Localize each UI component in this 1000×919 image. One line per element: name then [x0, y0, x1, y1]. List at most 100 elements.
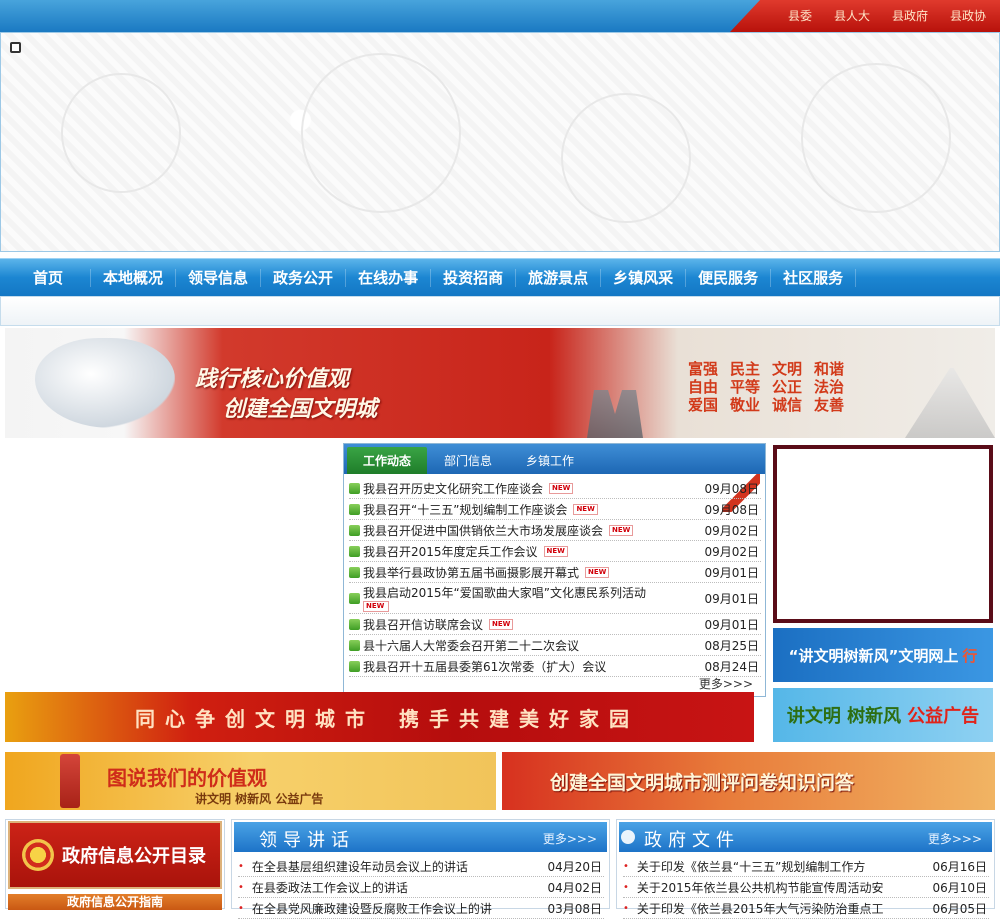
gov-info-directory: 政府信息公开目录 政府信息公开指南 [5, 819, 225, 910]
civilization-online-banner[interactable]: “讲文明树新风”文明网上 行 [773, 628, 993, 682]
nav-government-affairs[interactable]: 政务公开 [261, 269, 347, 287]
news-title[interactable]: 我县召开2015年度定兵工作会议 [363, 543, 538, 560]
list-item[interactable]: • 关于2015年依兰县公共机构节能宣传周活动安 06月10日 [623, 878, 989, 898]
tab-town-work[interactable]: 乡镇工作 [514, 447, 586, 474]
flower-pattern [301, 53, 461, 213]
promo2-text: 讲文明 树新风 [786, 706, 902, 727]
nav-leaders[interactable]: 领导信息 [176, 269, 262, 287]
gov-documents-panel: 政府文件 更多>>> • 关于印发《依兰县“十三五”规划编制工作方 06月16日… [616, 819, 995, 919]
list-item[interactable]: • 在县委政法工作会议上的讲话 04月02日 [238, 878, 604, 898]
window-icon[interactable] [10, 42, 21, 53]
list-item[interactable]: 我县召开促进中国供销依兰大市场发展座谈会 NEW 09月02日 [349, 520, 761, 541]
nav-community-services[interactable]: 社区服务 [771, 269, 857, 287]
leader-speeches-panel: 领导讲话 更多>>> • 在全县基层组织建设年动员会议上的讲话 04月20日 •… [231, 819, 610, 919]
news-date: 09月01日 [704, 617, 759, 632]
news-date: 08月24日 [704, 659, 759, 674]
values-illustrated-banner[interactable]: 图说我们的价值观 讲文明 树新风 公益广告 [5, 752, 496, 810]
directory-guide-link[interactable]: 政府信息公开指南 [8, 894, 222, 910]
news-title[interactable]: 我县举行县政协第五届书画摄影展开幕式 [363, 564, 579, 581]
list-item[interactable]: 我县启动2015年“爱国歌曲大家唱”文化惠民系列活动 NEW 09月01日 [349, 583, 761, 614]
top-link-county-committee[interactable]: 县委 [788, 7, 812, 24]
list-item-date: 04月02日 [547, 881, 602, 895]
bullet-icon [349, 566, 360, 578]
public-service-ad-banner[interactable]: 讲文明 树新风 公益广告 [773, 688, 993, 742]
core-value: 自由 [688, 378, 719, 396]
list-item[interactable]: 县十六届人大常委会召开第二十二次会议 08月25日 [349, 635, 761, 656]
cable-bridge-image [905, 368, 995, 438]
news-date: 08月25日 [704, 638, 759, 653]
news-tabs: 工作动态 部门信息 乡镇工作 [344, 444, 765, 474]
slogan-strip-banner[interactable]: 同心争创文明城市 携手共建美好家园 [5, 692, 754, 742]
nav-local-overview[interactable]: 本地概况 [91, 269, 177, 287]
list-item[interactable]: 我县召开“十三五”规划编制工作座谈会 NEW 09月08日 [349, 499, 761, 520]
video-box[interactable] [773, 445, 993, 623]
list-item-title[interactable]: 关于印发《依兰县“十三五”规划编制工作方 [637, 858, 927, 875]
top-link-county-congress[interactable]: 县人大 [834, 7, 870, 24]
news-title[interactable]: 我县召开“十三五”规划编制工作座谈会 [363, 501, 567, 518]
civilization-banner[interactable]: 践行核心价值观 创建全国文明城 富强 民主 文明 和谐 自由 平等 公正 法治 … [5, 328, 995, 438]
bullet-icon [349, 639, 360, 651]
panel-more-link[interactable]: 更多>>> [928, 830, 982, 847]
nav-public-services[interactable]: 便民服务 [686, 269, 772, 287]
list-item[interactable]: • 关于印发《依兰县“十三五”规划编制工作方 06月16日 [623, 857, 989, 877]
list-item-title[interactable]: 在全县基层组织建设年动员会议上的讲话 [252, 858, 542, 875]
bullet-icon: • [238, 861, 244, 872]
bullet-icon [349, 660, 360, 672]
tab-work-news[interactable]: 工作动态 [347, 447, 427, 474]
list-item-date: 06月16日 [932, 860, 987, 874]
promo2-accent: 公益广告 [907, 706, 980, 727]
news-title[interactable]: 我县召开十五届县委第61次常委（扩大）会议 [363, 658, 606, 675]
list-item-date: 04月20日 [547, 860, 602, 874]
list-item[interactable]: • 关于印发《依兰县2015年大气污染防治重点工 06月05日 [623, 899, 989, 919]
top-link-county-government[interactable]: 县政府 [892, 7, 928, 24]
list-item[interactable]: 我县召开十五届县委第61次常委（扩大）会议 08月24日 [349, 656, 761, 677]
list-item[interactable]: 我县召开2015年度定兵工作会议 NEW 09月02日 [349, 541, 761, 562]
list-item[interactable]: • 在全县基层组织建设年动员会议上的讲话 04月20日 [238, 857, 604, 877]
ob1-subtitle: 讲文明 树新风 公益广告 [195, 792, 324, 806]
list-item-title[interactable]: 关于2015年依兰县公共机构节能宣传周活动安 [637, 879, 927, 896]
nav-towns[interactable]: 乡镇风采 [601, 269, 687, 287]
directory-title: 政府信息公开目录 [62, 846, 206, 867]
list-item-date: 06月10日 [932, 881, 987, 895]
nav-tourism[interactable]: 旅游景点 [516, 269, 602, 287]
bullet-icon [349, 618, 360, 630]
header-banner [0, 32, 1000, 252]
news-title[interactable]: 我县召开促进中国供销依兰大市场发展座谈会 [363, 522, 603, 539]
news-date: 09月01日 [704, 565, 759, 580]
main-nav: 首页 本地概况 领导信息 政务公开 在线办事 投资招商 旅游景点 乡镇风采 便民… [0, 258, 1000, 296]
bullet-icon [349, 503, 360, 515]
bullet-icon: • [238, 882, 244, 893]
news-title[interactable]: 我县召开历史文化研究工作座谈会 [363, 480, 543, 497]
news-more-link[interactable]: 更多>>> [699, 675, 753, 692]
top-link-county-cppcc[interactable]: 县政协 [950, 7, 986, 24]
core-value: 平等 [730, 378, 761, 396]
banner-slogan: 践行核心价值观 创建全国文明城 [195, 364, 377, 424]
tab-department-info[interactable]: 部门信息 [432, 447, 504, 474]
core-value: 公正 [772, 378, 803, 396]
slogan-line-1: 践行核心价值观 [195, 366, 350, 392]
promo1-text: “讲文明树新风”文明网上 [788, 646, 959, 665]
nav-online-services[interactable]: 在线办事 [346, 269, 432, 287]
nav-home[interactable]: 首页 [6, 269, 92, 287]
bullet-icon [349, 482, 360, 494]
strip-text-2: 携手共建美好家园 [399, 706, 639, 731]
bullet-icon: • [623, 882, 629, 893]
bullet-icon [349, 524, 360, 536]
list-item[interactable]: 我县举行县政协第五届书画摄影展开幕式 NEW 09月01日 [349, 562, 761, 583]
list-item[interactable]: 我县召开信访联席会议 NEW 09月01日 [349, 614, 761, 635]
questionnaire-banner[interactable]: 创建全国文明城市测评问卷知识问答 [502, 752, 995, 810]
bullet-icon [349, 592, 360, 604]
list-item-title[interactable]: 在县委政法工作会议上的讲话 [252, 879, 542, 896]
news-title[interactable]: 我县召开信访联席会议 [363, 616, 483, 633]
panel-title: 政府文件 [644, 830, 740, 851]
panel-header: 政府文件 更多>>> [619, 822, 992, 852]
directory-header[interactable]: 政府信息公开目录 [8, 821, 222, 889]
news-title[interactable]: 我县启动2015年“爱国歌曲大家唱”文化惠民系列活动 [363, 584, 646, 601]
news-title[interactable]: 县十六届人大常委会召开第二十二次会议 [363, 637, 579, 654]
panel-more-link[interactable]: 更多>>> [543, 830, 597, 847]
list-item[interactable]: • 在全县党风廉政建设暨反腐败工作会议上的讲 03月08日 [238, 899, 604, 919]
news-panel: 工作动态 部门信息 乡镇工作 我县召开历史文化研究工作座谈会 NEW 09月08… [343, 443, 766, 697]
new-badge: NEW [609, 524, 634, 536]
nav-investment[interactable]: 投资招商 [431, 269, 517, 287]
list-item[interactable]: 我县召开历史文化研究工作座谈会 NEW 09月08日 [349, 478, 761, 499]
